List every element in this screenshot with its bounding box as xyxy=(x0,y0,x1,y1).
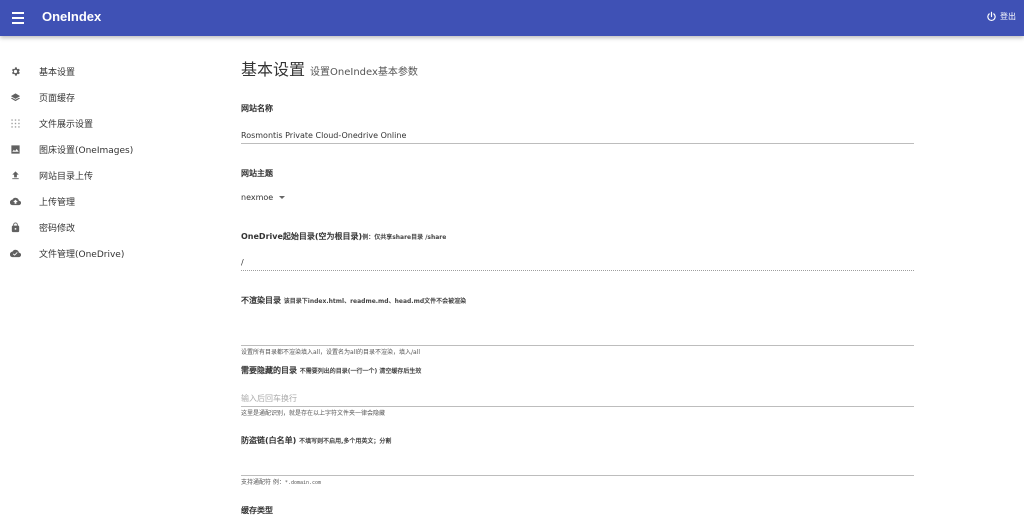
cloud-upload-icon xyxy=(9,195,21,207)
hotlink-hint-code: *.domain.com xyxy=(284,480,322,486)
root-dir-field: OneDrive起始目录(空为根目录)例：仅共享share目录 /share xyxy=(241,231,914,271)
page-title: 基本设置 xyxy=(241,60,306,79)
hidden-dirs-label: 需要隐藏的目录 不需要列出的目录(一行一个) 清空缓存后生效 xyxy=(241,365,914,376)
sidebar-item-label: 文件管理(OneDrive) xyxy=(39,249,125,260)
theme-select-value: nexmoe xyxy=(241,193,274,202)
root-dir-input[interactable] xyxy=(241,255,914,269)
sidebar-item-label: 密码修改 xyxy=(39,223,76,234)
hotlink-label-text: 防盗链(白名单) xyxy=(241,436,297,445)
chevron-down-icon xyxy=(279,196,286,199)
root-dir-label: OneDrive起始目录(空为根目录)例：仅共享share目录 /share xyxy=(241,231,914,242)
hotlink-hint-text: 支持通配符 例： xyxy=(241,479,285,486)
no-render-underline xyxy=(241,345,914,346)
hidden-dirs-textarea[interactable] xyxy=(241,391,914,405)
hidden-dirs-underline xyxy=(241,406,914,407)
brand-title[interactable]: OneIndex xyxy=(42,9,101,24)
no-render-hint: 设置所有目录都不渲染填入all，设置名为all的目录不渲染，填入/all xyxy=(241,349,421,356)
image-icon xyxy=(9,143,21,155)
layers-icon xyxy=(9,91,21,103)
root-dir-label-text: OneDrive起始目录(空为根目录) xyxy=(241,232,363,241)
site-name-field: 网站名称 xyxy=(241,103,914,144)
logout-button[interactable]: 登出 xyxy=(986,11,1016,22)
cache-type-label: 缓存类型 xyxy=(241,506,273,515)
theme-field: 网站主题 nexmoe xyxy=(241,168,914,204)
sidebar-item-label: 图床设置(OneImages) xyxy=(39,145,134,156)
sidebar-item-label: 上传管理 xyxy=(39,197,76,208)
hotlink-label: 防盗链(白名单) 不填写则不启用,多个用英文；分割 xyxy=(241,435,914,446)
no-render-input[interactable] xyxy=(241,321,914,335)
lock-icon xyxy=(9,221,21,233)
sidebar-item-upload-manage[interactable]: 上传管理 xyxy=(0,188,200,214)
root-dir-note: 例：仅共享share目录 /share xyxy=(362,234,447,241)
no-render-label: 不渲染目录 该目录下index.html、readme.md、head.md文件… xyxy=(241,295,914,306)
logout-label: 登出 xyxy=(1000,12,1016,21)
site-name-input[interactable] xyxy=(241,128,914,142)
no-render-note: 该目录下index.html、readme.md、head.md文件不会被渲染 xyxy=(283,298,467,305)
cache-type-field: 缓存类型 xyxy=(241,505,914,516)
hotlink-note: 不填写则不启用,多个用英文；分割 xyxy=(299,438,392,445)
sidebar-item-password[interactable]: 密码修改 xyxy=(0,214,200,240)
gear-icon xyxy=(9,65,21,77)
hotlink-field: 防盗链(白名单) 不填写则不启用,多个用英文；分割 支持通配符 例：*.doma… xyxy=(241,435,914,486)
hotlink-underline xyxy=(241,475,914,476)
hotlink-hint: 支持通配符 例：*.domain.com xyxy=(241,477,914,486)
grid-dots-icon xyxy=(9,117,21,129)
sidebar-item-onedrive-files[interactable]: 文件管理(OneDrive) xyxy=(0,240,200,266)
hidden-dirs-label-text: 需要隐藏的目录 xyxy=(241,366,297,375)
sidebar-item-label: 基本设置 xyxy=(39,67,76,78)
cloud-done-icon xyxy=(9,247,21,259)
app-header: OneIndex 登出 xyxy=(0,0,1024,36)
hidden-dirs-field: 需要隐藏的目录 不需要列出的目录(一行一个) 清空缓存后生效 这里是通配识别，就… xyxy=(241,365,914,417)
power-icon xyxy=(987,11,996,21)
sidebar-item-basic-settings[interactable]: 基本设置 xyxy=(0,58,200,84)
sidebar-item-page-cache[interactable]: 页面缓存 xyxy=(0,84,200,110)
site-name-underline xyxy=(241,143,914,144)
hidden-dirs-note: 不需要列出的目录(一行一个) 清空缓存后生效 xyxy=(299,368,422,375)
sidebar-item-label: 网站目录上传 xyxy=(39,171,94,182)
hidden-dirs-hint: 这里是通配识别，就是存在以上字符文件夹一律会隐藏 xyxy=(241,410,386,417)
page-header: 基本设置 设置OneIndex基本参数 xyxy=(241,56,914,80)
no-render-label-text: 不渲染目录 xyxy=(241,296,281,305)
root-dir-underline xyxy=(241,270,914,271)
sidebar-item-label: 页面缓存 xyxy=(39,93,76,104)
no-render-field: 不渲染目录 该目录下index.html、readme.md、head.md文件… xyxy=(241,295,914,356)
sidebar-item-file-display[interactable]: 文件展示设置 xyxy=(0,110,200,136)
sidebar-item-label: 文件展示设置 xyxy=(39,119,94,130)
sidebar-nav: 基本设置 页面缓存 文件展示设置 图床设置(OneImages) 网站目录上传 … xyxy=(0,58,200,266)
theme-label: 网站主题 xyxy=(241,169,273,178)
sidebar-item-image-hosting[interactable]: 图床设置(OneImages) xyxy=(0,136,200,162)
hotlink-input[interactable] xyxy=(241,460,914,474)
menu-icon[interactable] xyxy=(9,9,27,27)
upload-icon xyxy=(9,169,21,181)
theme-select[interactable]: nexmoe xyxy=(241,193,286,202)
settings-form: 基本设置 设置OneIndex基本参数 网站名称 网站主题 nexmoe One… xyxy=(241,56,914,515)
site-name-label: 网站名称 xyxy=(241,104,273,113)
sidebar-item-dir-upload[interactable]: 网站目录上传 xyxy=(0,162,200,188)
page-subtitle: 设置OneIndex基本参数 xyxy=(310,67,418,78)
